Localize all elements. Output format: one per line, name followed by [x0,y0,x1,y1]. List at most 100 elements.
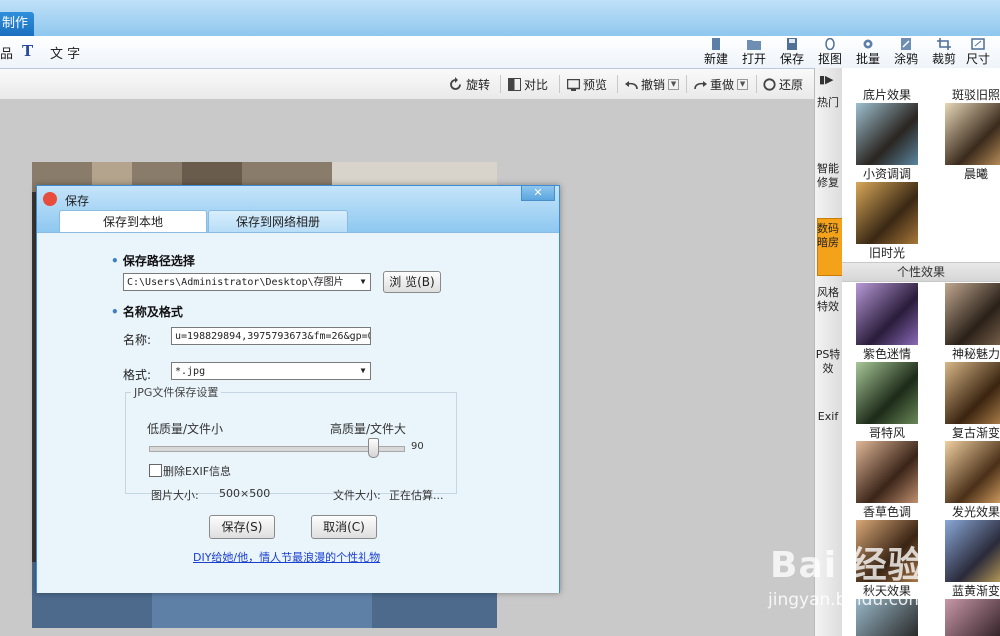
redo-label: 重做 [710,78,735,92]
chevron-down-icon: ▼ [360,366,366,375]
compare-icon [508,78,521,91]
preview-button[interactable]: 预览 [567,76,607,93]
effect-label[interactable]: 复古渐变 [936,424,1000,441]
tab-hot[interactable]: 热门 [815,96,841,110]
effect-label[interactable]: 斑驳旧照 [936,86,1000,103]
crop-icon [937,38,951,50]
doodle-icon [901,38,911,50]
effect-thumbnail[interactable] [945,441,1000,503]
effect-thumbnail[interactable] [856,182,918,244]
effect-thumbnail[interactable] [945,362,1000,424]
toolbar-separator [559,75,560,93]
toolbar-item-partial[interactable]: 品 [0,43,13,62]
save-toolbar-button[interactable]: 保存 [772,38,812,68]
effect-label[interactable]: 紫色迷情 [847,345,927,362]
effect-thumbnail[interactable] [945,599,1000,636]
preview-label: 预览 [583,78,608,92]
text-tool-icon: T [22,42,34,60]
tab-save-online-album[interactable]: 保存到网络相册 [208,210,348,233]
tab-exif[interactable]: Exif [815,410,841,424]
cancel-button[interactable]: 取消(C) [311,515,377,539]
effect-label[interactable]: 晨曦 [936,165,1000,182]
resize-button[interactable]: 尺寸 [958,38,998,68]
title-bar [0,0,1000,36]
restore-label: 还原 [779,78,804,92]
effect-thumbnail[interactable] [856,103,918,165]
toolbar-separator [756,75,757,93]
low-quality-label: 低质量/文件小 [147,422,224,436]
format-select[interactable]: *.jpg ▼ [171,362,371,380]
file-size-value: 正在估算... [389,489,444,502]
close-button[interactable]: ✕ [521,186,555,201]
effect-thumbnail[interactable] [856,441,918,503]
file-name-input[interactable]: u=198829894,3975793673&fm=26&gp=0_c [171,327,371,345]
effect-label[interactable]: 发光效果 [936,503,1000,520]
promo-link[interactable]: DIY给她/他，情人节最浪漫的个性礼物 [193,549,380,565]
effect-thumbnail[interactable] [856,362,918,424]
delete-exif-checkbox[interactable] [149,464,162,477]
format-label: 格式: [123,368,152,382]
collapse-panel-icon[interactable]: ▮▶ [819,73,834,86]
chevron-down-icon: ▼ [360,277,366,286]
effect-thumbnail[interactable] [856,283,918,345]
restore-button[interactable]: 还原 [763,76,803,93]
batch-button[interactable]: 批量 [848,38,888,68]
new-label: 新建 [703,52,728,66]
tab-smart-repair[interactable]: 智能修复 [815,162,841,190]
save-button[interactable]: 保存(S) [209,515,275,539]
jpg-settings-title: JPG文件保存设置 [131,384,222,400]
open-button[interactable]: 打开 [734,38,774,68]
tab-digital-darkroom[interactable]: 数码暗房 [815,222,841,250]
file-size-label: 文件大小: [333,489,381,502]
effect-label[interactable]: 香草色调 [847,503,927,520]
redo-button[interactable]: 重做 ▼ [694,76,749,93]
undo-dropdown-icon[interactable]: ▼ [668,79,680,90]
compare-button[interactable]: 对比 [508,76,548,93]
redo-dropdown-icon[interactable]: ▼ [737,79,749,90]
new-button[interactable]: 新建 [696,38,736,68]
tab-ps-effects[interactable]: PS特效 [815,348,841,376]
name-label: 名称: [123,333,152,347]
undo-label: 撤销 [641,78,666,92]
name-format-section-title: 名称及格式 [111,303,183,320]
undo-button[interactable]: 撤销 ▼ [625,76,680,93]
quality-value: 90 [411,441,424,452]
rotate-button[interactable]: 旋转 [448,76,490,93]
compare-label: 对比 [524,78,549,92]
effect-label[interactable]: 旧时光 [847,244,927,261]
doodle-button[interactable]: 涂鸦 [886,38,926,68]
cutout-icon [825,38,835,50]
text-tool-button[interactable]: 文 字 [50,43,80,62]
gear-icon [863,39,873,49]
preview-icon [567,78,580,91]
edit-toolbar [0,69,814,100]
effect-thumbnail[interactable] [945,103,1000,165]
redo-icon [694,80,707,89]
save-path-select[interactable]: C:\Users\Administrator\Desktop\存图片 ▼ [123,273,371,291]
tab-style-effects[interactable]: 风格特效 [815,286,841,314]
effect-label[interactable]: 底片效果 [847,86,927,103]
rotate-icon [450,77,461,90]
effect-label[interactable]: 哥特风 [847,424,927,441]
delete-exif-label: 删除EXIF信息 [163,465,232,478]
browse-button[interactable]: 浏 览(B) [383,271,441,293]
baidu-watermark: Bai 经验 [770,545,925,586]
effect-label[interactable]: 神秘魅力 [936,345,1000,362]
quality-slider-thumb[interactable] [368,438,379,458]
app-tab[interactable]: 制作 [0,12,34,36]
app-logo-icon [43,192,57,206]
effect-thumbnail[interactable] [945,283,1000,345]
image-size-value: 500×500 [219,487,271,500]
resize-label: 尺寸 [965,52,990,66]
save-dialog: 保存 ✕ 保存到本地 保存到网络相册 保存路径选择 C:\Users\Admin… [36,185,560,593]
tab-save-local[interactable]: 保存到本地 [59,210,207,233]
quality-slider-track[interactable] [149,446,405,452]
effect-thumbnail[interactable] [945,520,1000,582]
effect-label[interactable]: 小资调调 [847,165,927,182]
cutout-button[interactable]: 抠图 [810,38,850,68]
resize-icon [971,38,985,50]
effect-label[interactable]: 蓝黄渐变 [936,582,1000,599]
path-section-title: 保存路径选择 [111,252,195,269]
toolbar-separator [617,75,618,93]
rotate-label: 旋转 [466,78,491,92]
